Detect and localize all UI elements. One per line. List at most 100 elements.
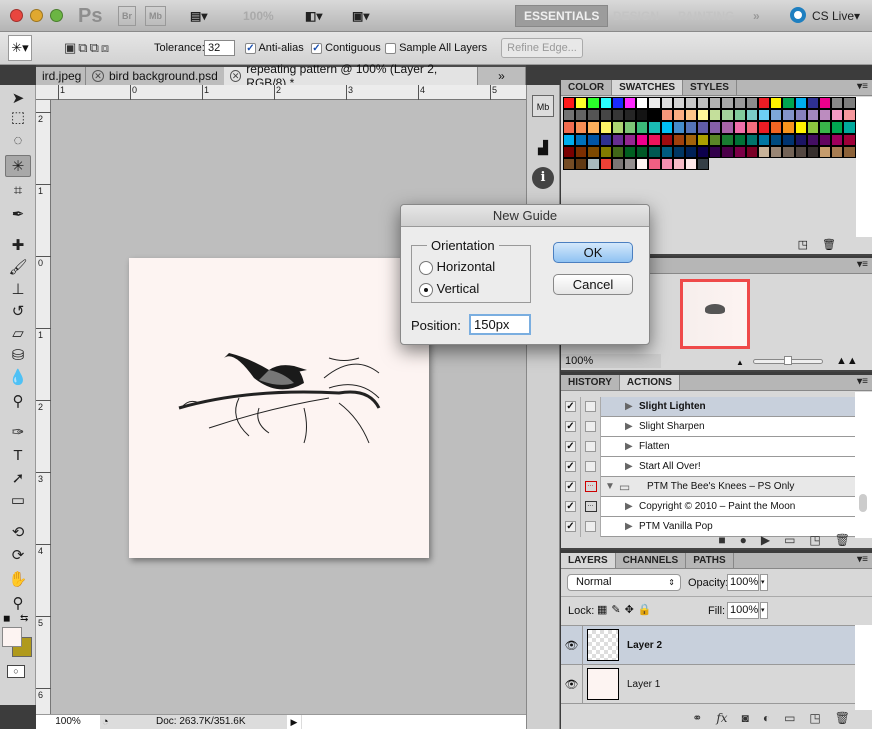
hand-tool-icon[interactable]: ✋ [5, 569, 31, 591]
swatch[interactable] [575, 133, 588, 146]
swatch[interactable] [697, 133, 710, 146]
clone-stamp-tool-icon[interactable]: ⊥ [5, 279, 31, 301]
toggle-checkbox[interactable]: ✓ [561, 396, 581, 417]
lasso-tool-icon[interactable]: ◌ [5, 130, 31, 152]
action-item[interactable]: ✓... ▶ Copyright © 2010 – Paint the Moon [561, 496, 855, 517]
swatch[interactable] [660, 121, 673, 134]
swatch[interactable] [660, 109, 673, 122]
swatch[interactable] [745, 145, 758, 158]
swatch[interactable] [721, 133, 734, 146]
horizontal-ruler[interactable]: 1 0 1 2 3 4 5 [36, 85, 526, 100]
swatch[interactable] [648, 97, 661, 110]
swatch[interactable] [843, 133, 856, 146]
swatch[interactable] [818, 97, 832, 110]
swatch[interactable] [758, 109, 771, 122]
swatch[interactable] [709, 121, 722, 134]
swatch[interactable] [745, 109, 758, 122]
swatch[interactable] [587, 157, 600, 171]
tab-actions[interactable]: ACTIONS [619, 375, 680, 390]
swatch[interactable] [709, 97, 722, 110]
link-layers-icon[interactable]: ⚭ [692, 711, 702, 725]
swatch[interactable] [672, 145, 685, 158]
layer-row[interactable]: 👁 Layer 2 [561, 625, 855, 665]
swatch[interactable] [623, 157, 637, 171]
swatch[interactable] [599, 157, 612, 171]
swatch[interactable] [794, 121, 807, 134]
swatch[interactable] [818, 133, 832, 146]
bridge-button[interactable]: Br [118, 6, 137, 26]
panel-menu-icon[interactable]: ▾≡ [857, 81, 868, 92]
swatch[interactable] [697, 97, 710, 110]
swatch[interactable] [611, 109, 624, 122]
sample-all-layers-checkbox[interactable]: Sample All Layers [385, 42, 487, 54]
path-selection-tool-icon[interactable]: ➚ [5, 468, 31, 490]
swatch[interactable] [684, 121, 698, 134]
swatch[interactable] [623, 133, 637, 146]
swatch[interactable] [745, 121, 758, 134]
swatch[interactable] [660, 157, 673, 171]
new-swatch-icon[interactable]: ◳ [798, 239, 822, 251]
swatch[interactable] [648, 145, 661, 158]
swatch[interactable] [672, 109, 685, 122]
swatches-scrollbar[interactable] [856, 97, 872, 237]
swatch[interactable] [563, 121, 576, 134]
swatch[interactable] [831, 97, 844, 110]
swatch[interactable] [575, 97, 588, 110]
eraser-tool-icon[interactable]: ▱ [5, 323, 31, 345]
swatch[interactable] [745, 133, 758, 146]
swatch[interactable] [782, 145, 795, 158]
swatch[interactable] [672, 133, 685, 146]
histogram-icon[interactable]: ▟ [532, 137, 554, 159]
new-layer-icon[interactable]: ◳ [809, 711, 820, 725]
swatch[interactable] [563, 133, 576, 146]
swatch[interactable] [611, 121, 624, 134]
history-brush-tool-icon[interactable]: ↺ [5, 301, 31, 323]
swatch[interactable] [611, 157, 624, 171]
swatch[interactable] [660, 97, 673, 110]
swatch[interactable] [697, 157, 710, 171]
tab-swatches[interactable]: SWATCHES [612, 80, 684, 95]
delete-layer-icon[interactable]: 🗑 [835, 711, 850, 725]
opacity-input[interactable]: 100% [727, 574, 759, 591]
tab-paths[interactable]: PATHS [686, 553, 734, 568]
swatch[interactable] [709, 109, 722, 122]
swatch[interactable] [733, 145, 746, 158]
refine-edge-button[interactable]: Refine Edge... [501, 38, 583, 58]
swatch[interactable] [684, 109, 698, 122]
close-tab-icon[interactable]: ✕ [230, 70, 242, 82]
close-tab-icon[interactable]: ✕ [92, 70, 104, 82]
swatch[interactable] [599, 121, 612, 134]
swatch[interactable] [818, 121, 832, 134]
visibility-eye-icon[interactable]: 👁 [561, 664, 583, 704]
swatch[interactable] [672, 157, 685, 171]
horizontal-scrollbar[interactable] [302, 715, 526, 729]
dialog-toggle[interactable] [581, 436, 601, 457]
toggle-checkbox[interactable]: ✓ [561, 436, 581, 457]
contiguous-checkbox[interactable]: ✓ Contiguous [311, 42, 381, 54]
vertical-radio[interactable]: Vertical [419, 281, 479, 297]
navigator-zoom-field[interactable]: 100% [561, 354, 661, 368]
swap-colors-icon[interactable]: ⇆ [20, 613, 28, 624]
anti-alias-checkbox[interactable]: ✓ Anti-alias [245, 42, 304, 54]
lock-transparency-icon[interactable]: ▦ [597, 604, 611, 616]
type-tool-icon[interactable]: T [5, 445, 31, 467]
swatch[interactable] [697, 109, 710, 122]
swatch[interactable] [733, 121, 746, 134]
layer-mask-icon[interactable]: ◙ [742, 711, 749, 725]
zoom-slider-thumb[interactable] [784, 356, 792, 365]
swatch[interactable] [843, 109, 856, 122]
selection-mode-icons[interactable]: ▣⧉⧉⧈ [64, 40, 111, 56]
swatch[interactable] [782, 121, 795, 134]
swatch[interactable] [599, 133, 612, 146]
delete-icon[interactable]: 🗑 [835, 533, 850, 547]
ok-button[interactable]: OK [553, 242, 633, 263]
3d-orbit-tool-icon[interactable]: ⟳ [5, 545, 31, 567]
swatch[interactable] [575, 109, 588, 122]
new-set-icon[interactable]: ▭ [784, 533, 795, 547]
swatch[interactable] [806, 145, 819, 158]
swatch[interactable] [794, 145, 807, 158]
swatch[interactable] [611, 133, 624, 146]
swatch[interactable] [697, 121, 710, 134]
swatch[interactable] [587, 121, 600, 134]
swatch[interactable] [831, 133, 844, 146]
